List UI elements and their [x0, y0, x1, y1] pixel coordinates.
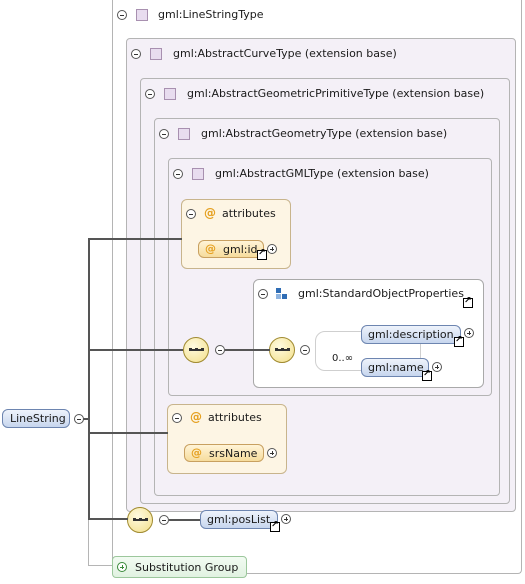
- collapse-toggle-abstractgmltype[interactable]: [173, 169, 183, 179]
- complex-type-icon: [192, 168, 204, 180]
- collapse-toggle-sequence[interactable]: [215, 345, 225, 355]
- type-title-abstractcurvetype: gml:AbstractCurveType (extension base): [173, 47, 397, 60]
- collapse-toggle-root[interactable]: [74, 414, 84, 424]
- collapse-toggle-abstractgeometrytype[interactable]: [159, 129, 169, 139]
- attributes-label: attributes: [222, 207, 276, 220]
- expand-toggle-gml-name[interactable]: [432, 362, 442, 372]
- attribute-srsname[interactable]: @ srsName: [184, 444, 264, 462]
- link-icon[interactable]: [463, 296, 473, 308]
- element-gml-name[interactable]: gml:name: [361, 358, 429, 377]
- connector-line: [88, 349, 183, 351]
- complex-type-icon: [150, 48, 162, 60]
- connector-line: [88, 565, 114, 566]
- link-icon[interactable]: [454, 335, 464, 347]
- attribute-srsname-label: srsName: [209, 447, 258, 460]
- root-element-linestring[interactable]: LineString: [2, 409, 70, 428]
- connector-line: [169, 519, 200, 521]
- attribute-icon: @: [204, 206, 216, 220]
- complex-type-icon: [136, 9, 148, 21]
- collapse-toggle-attributes[interactable]: [172, 413, 182, 423]
- complex-type-icon: [164, 88, 176, 100]
- attribute-gml-id-label: gml:id: [223, 243, 258, 256]
- expand-toggle-substitution-group[interactable]: [117, 562, 127, 572]
- type-title-abstractgeometricprimitivetype: gml:AbstractGeometricPrimitiveType (exte…: [187, 87, 485, 100]
- connector-line: [88, 432, 168, 434]
- expand-toggle-gml-poslist[interactable]: [281, 514, 291, 524]
- substitution-group[interactable]: Substitution Group: [112, 556, 247, 578]
- connector-line: [88, 520, 89, 566]
- connector-line: [225, 349, 270, 351]
- attributes-label: attributes: [208, 411, 262, 424]
- attribute-icon: @: [205, 242, 216, 255]
- sequence-compositor-icon[interactable]: [183, 337, 209, 363]
- group-title-standardobjectproperties: gml:StandardObjectProperties: [298, 287, 464, 300]
- group-icon: [276, 288, 288, 300]
- type-title-linestringtype: gml:LineStringType: [158, 8, 264, 21]
- cardinality-label: 0..∞: [332, 353, 354, 364]
- link-icon[interactable]: [257, 248, 267, 260]
- connector-line: [88, 238, 182, 240]
- collapse-toggle-sequence[interactable]: [159, 515, 169, 525]
- link-icon[interactable]: [422, 369, 432, 381]
- type-title-abstractgmltype: gml:AbstractGMLType (extension base): [215, 167, 429, 180]
- type-title-abstractgeometrytype: gml:AbstractGeometryType (extension base…: [201, 127, 448, 140]
- collapse-toggle-attributes[interactable]: [186, 209, 196, 219]
- link-icon[interactable]: [270, 520, 280, 532]
- sequence-compositor-icon[interactable]: [127, 507, 153, 533]
- element-gml-description[interactable]: gml:description: [361, 325, 461, 344]
- collapse-toggle-linestringtype[interactable]: [117, 10, 127, 20]
- complex-type-icon: [178, 128, 190, 140]
- collapse-toggle-abstractgeometricprimitivetype[interactable]: [145, 89, 155, 99]
- expand-toggle-gml-description[interactable]: [464, 328, 474, 338]
- attribute-gml-id[interactable]: @ gml:id: [198, 240, 264, 258]
- attribute-icon: @: [191, 446, 202, 459]
- collapse-toggle-standardobjectproperties[interactable]: [258, 289, 268, 299]
- sequence-compositor-icon[interactable]: [269, 337, 295, 363]
- collapse-toggle-abstractcurvetype[interactable]: [131, 49, 141, 59]
- element-gml-poslist[interactable]: gml:posList: [200, 510, 278, 529]
- connector-line: [88, 518, 128, 520]
- attribute-icon: @: [190, 410, 202, 424]
- collapse-toggle-sequence[interactable]: [300, 345, 310, 355]
- expand-toggle-gml-id[interactable]: [267, 244, 277, 254]
- substitution-group-label: Substitution Group: [135, 561, 239, 574]
- connector-line: [88, 238, 90, 520]
- expand-toggle-srsname[interactable]: [267, 448, 277, 458]
